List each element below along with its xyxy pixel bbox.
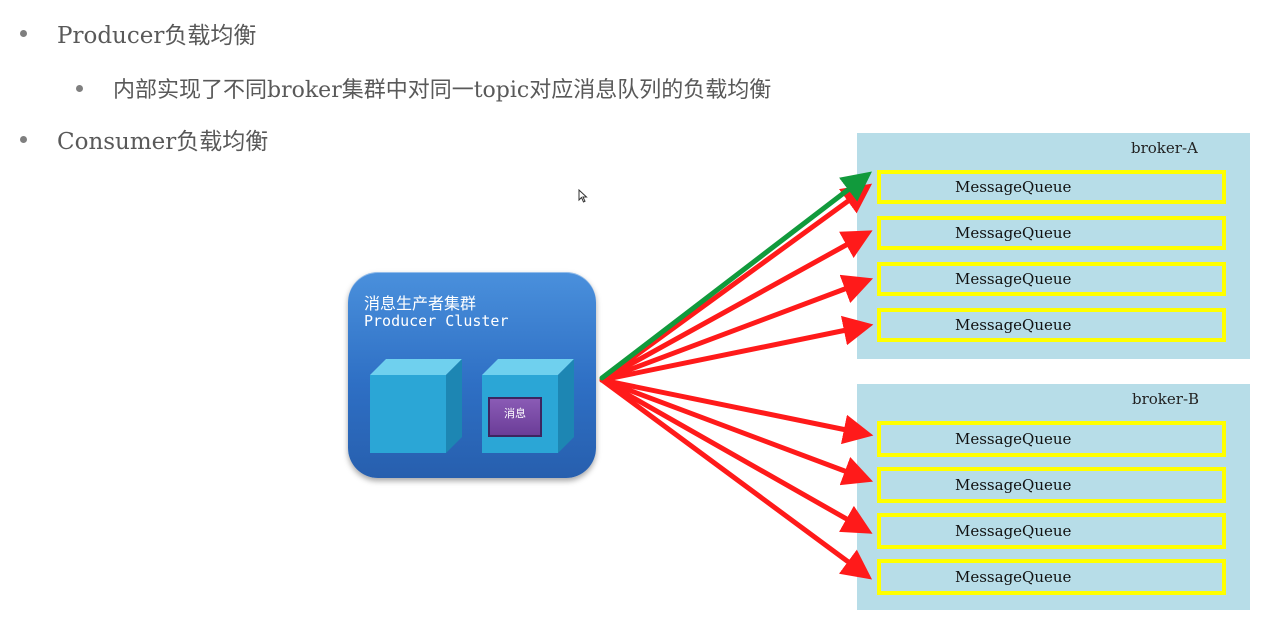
arrow-to-a-queue-3 bbox=[599, 274, 874, 383]
arrow-active-to-a-queue-1 bbox=[599, 171, 872, 381]
arrow-to-a-queue-2 bbox=[599, 230, 873, 383]
arrow-to-b-queue-3 bbox=[599, 377, 873, 534]
mouse-cursor-icon bbox=[578, 189, 588, 203]
distribution-arrows bbox=[599, 171, 874, 580]
arrow-to-b-queue-2 bbox=[599, 377, 874, 486]
